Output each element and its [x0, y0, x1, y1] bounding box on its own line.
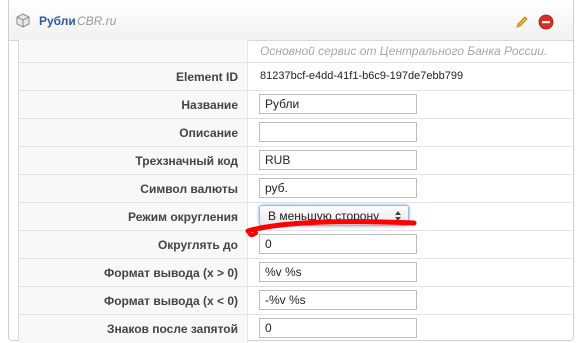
- row-element-id: Element ID 81237bcf-e4dd-41f1-b6c9-197de…: [19, 62, 575, 91]
- label-column-spacer: [19, 40, 248, 64]
- delete-icon[interactable]: [538, 14, 554, 30]
- properties-grid: Основной сервис от Центрального Банка Ро…: [18, 40, 575, 343]
- cube-icon: [15, 13, 31, 29]
- panel-title[interactable]: Рубли: [39, 14, 76, 28]
- row-rounding-mode: Режим округления В меньшую сторону: [19, 202, 575, 231]
- format-negative-input[interactable]: [259, 290, 417, 310]
- symbol-label: Символ валюты: [140, 182, 238, 196]
- service-description: Основной сервис от Центрального Банка Ро…: [260, 44, 548, 58]
- row-symbol: Символ валюты: [19, 174, 575, 203]
- row-format-negative: Формат вывода (x < 0): [19, 286, 575, 315]
- element-id-value: 81237bcf-e4dd-41f1-b6c9-197de7ebb799: [260, 70, 464, 82]
- symbol-input[interactable]: [259, 178, 417, 198]
- row-description: Описание: [19, 118, 575, 147]
- rounding-mode-selected: В меньшую сторону: [268, 209, 380, 223]
- row-name: Название: [19, 90, 575, 119]
- description-label: Описание: [179, 126, 238, 140]
- description-input[interactable]: [259, 122, 417, 142]
- code-input[interactable]: [259, 150, 417, 170]
- format-positive-label: Формат вывода (x > 0): [103, 266, 238, 280]
- panel-header: Рубли CBR.ru: [9, 0, 573, 41]
- row-decimals: Знаков после запятой: [19, 314, 575, 343]
- round-to-label: Округлять до: [157, 238, 238, 252]
- element-id-label: Element ID: [175, 70, 238, 84]
- row-format-positive: Формат вывода (x > 0): [19, 258, 575, 287]
- rounding-mode-label: Режим округления: [128, 210, 238, 224]
- row-round-to: Округлять до: [19, 230, 575, 259]
- select-arrows-icon: [394, 210, 402, 222]
- code-label: Трехзначный код: [135, 154, 238, 168]
- row-code: Трехзначный код: [19, 146, 575, 175]
- currency-panel: Рубли CBR.ru Основной сервис от Централь…: [8, 0, 575, 343]
- rounding-mode-select[interactable]: В меньшую сторону: [259, 205, 409, 226]
- round-to-input[interactable]: [259, 234, 417, 254]
- format-positive-input[interactable]: [259, 262, 417, 282]
- format-negative-label: Формат вывода (x < 0): [103, 294, 238, 308]
- name-label: Название: [181, 98, 238, 112]
- name-input[interactable]: [259, 94, 417, 114]
- edit-icon[interactable]: [514, 14, 530, 30]
- panel-subtitle: CBR.ru: [77, 14, 117, 28]
- decimals-input[interactable]: [259, 318, 417, 338]
